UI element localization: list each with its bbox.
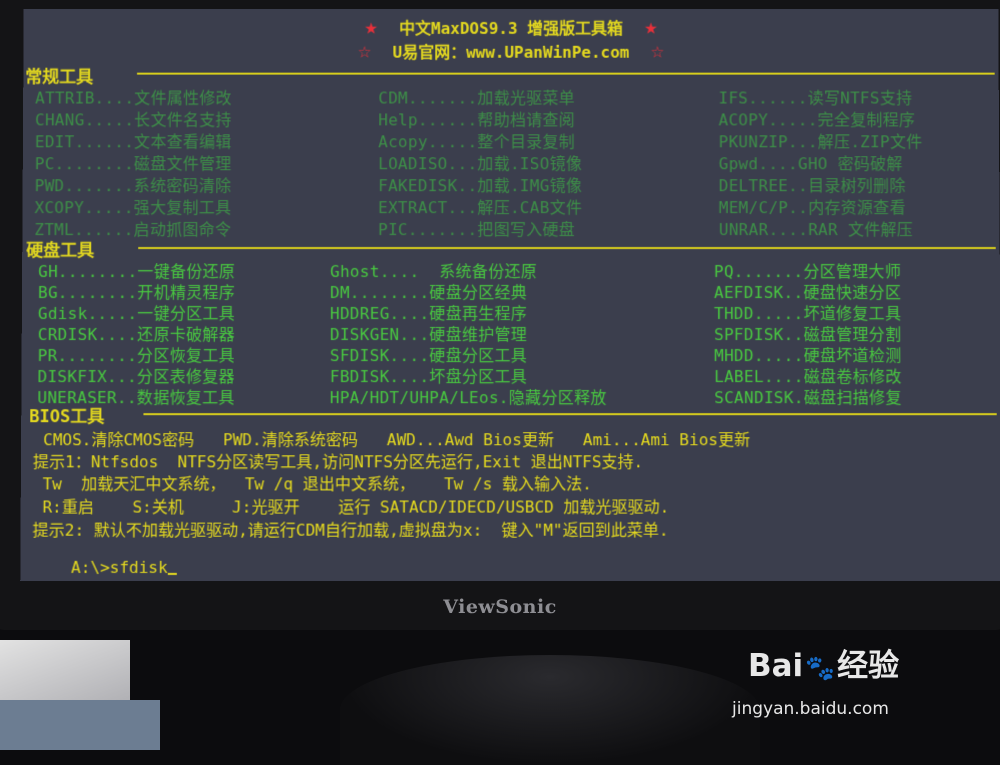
monitor-brand: ViewSonic — [443, 596, 557, 618]
general-tool-item: PWD.......系统密码清除 — [34, 176, 232, 196]
general-tool-item: XCOPY.....强大复制工具 — [34, 198, 232, 218]
watermark-url: jingyan.baidu.com — [732, 699, 889, 719]
baidu-watermark: Bai🐾经验 jingyan.baidu.com — [732, 640, 948, 740]
baidu-logo: Bai🐾经验 — [748, 648, 900, 684]
outline-star-icon: ☆ — [357, 38, 372, 64]
general-tool-item: PC........磁盘文件管理 — [34, 154, 232, 174]
section-divider — [138, 247, 996, 250]
general-tool-item: PKUNZIP...解压.ZIP文件 — [718, 132, 923, 152]
command-prompt[interactable]: A:\>sfdisk — [32, 539, 177, 581]
general-tool-item: DELTREE..目录树列删除 — [718, 176, 906, 196]
section-title-bios: BIOS工具 — [29, 407, 105, 428]
general-tool-item: ATTRIB....文件属性修改 — [35, 88, 232, 108]
menu-header-title: ★ 中文MaxDOS9.3 增强版工具箱 ★ — [24, 15, 999, 40]
section-divider — [143, 413, 997, 416]
general-tool-item: LOADISO...加载.ISO镜像 — [378, 154, 583, 174]
disk-tool-item: HPA/HDT/UHPA/LEos.隐藏分区释放 — [329, 388, 607, 408]
app-title: 中文MaxDOS9.3 增强版工具箱 — [399, 18, 623, 38]
command-input[interactable]: sfdisk — [110, 558, 168, 577]
text-cursor — [167, 572, 177, 575]
website-label: U易官网：www.UPanWinPe.com — [392, 42, 630, 62]
desk-object — [0, 700, 160, 750]
tip-1-tw: Tw 加载天汇中文系统， Tw /q 退出中文系统， Tw /s 载入输入法. — [32, 474, 592, 494]
tip-2: 提示2: 默认不加载光驱驱动,请运行CDM自行加载,虚拟盘为x: 键入"M"返回… — [32, 520, 669, 540]
general-tool-item: UNRAR....RAR 文件解压 — [718, 220, 914, 240]
general-tool-item: Gpwd....GHO 密码破解 — [718, 154, 903, 174]
disk-tool-item: SCANDISK.磁盘扫描修复 — [714, 388, 902, 408]
menu-header-website: ☆ U易官网：www.UPanWinPe.com ☆ — [23, 39, 998, 64]
general-tool-item: IFS......读写NTFS支持 — [718, 88, 913, 108]
general-tool-item: MEM/C/P..内存资源查看 — [718, 198, 906, 218]
general-tool-item: Acopy.....整个目录复制 — [378, 132, 576, 152]
general-tool-item: CDM.......加载光驱菜单 — [378, 88, 575, 108]
section-divider — [137, 72, 995, 75]
general-tool-item: FAKEDISK..加载.IMG镜像 — [378, 176, 583, 196]
tip-1-keys: R:重启 S:关机 J:光驱开 运行 SATACD/IDECD/USBCD 加载… — [32, 497, 670, 517]
general-tool-item: EXTRACT...解压.CAB文件 — [378, 198, 583, 218]
outline-star-icon: ☆ — [650, 38, 665, 64]
general-tool-item: ACOPY.....完全复制程序 — [718, 110, 916, 130]
prompt-path: A:\> — [70, 557, 110, 577]
bios-tools-line: CMOS.清除CMOS密码 PWD.清除系统密码 AWD...Awd Bios更… — [43, 430, 751, 450]
star-icon: ★ — [644, 15, 658, 40]
paw-icon: 🐾 — [805, 654, 836, 682]
dos-screen: ★ 中文MaxDOS9.3 增强版工具箱 ★ ☆ U易官网：www.UPanWi… — [20, 9, 1000, 581]
general-tool-item: CHANG.....长文件名支持 — [34, 110, 232, 130]
star-icon: ★ — [364, 15, 378, 40]
general-tool-item: Help......帮助档请查阅 — [378, 110, 576, 130]
general-tool-item: EDIT......文本查看编辑 — [34, 132, 232, 152]
tip-1: 提示1：Ntfsdos NTFS分区读写工具,访问NTFS分区先运行,Exit … — [32, 452, 644, 472]
monitor-stand — [340, 655, 760, 765]
general-tool-item: PIC.......把图写入硬盘 — [378, 220, 576, 240]
